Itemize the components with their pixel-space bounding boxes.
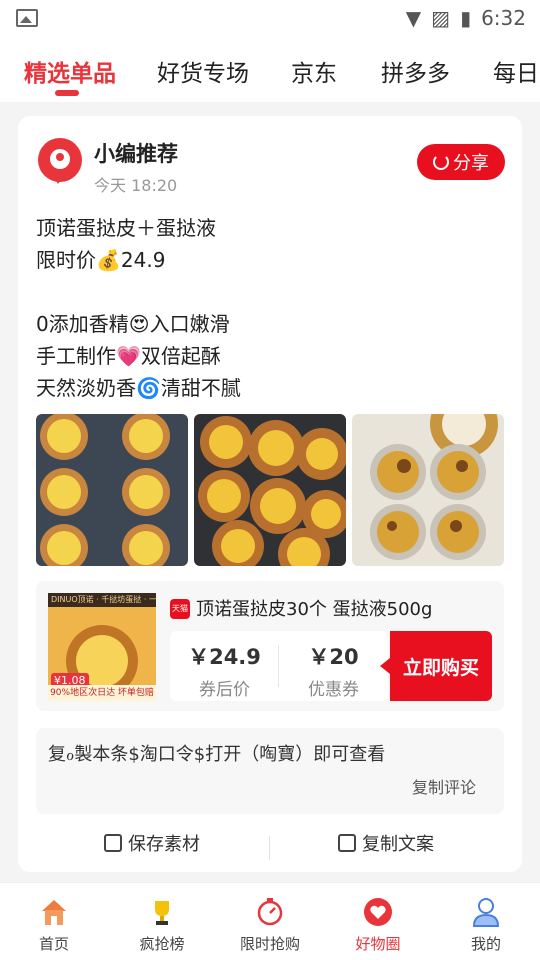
post-author: 小编推荐 [94, 142, 178, 166]
status-bar: ▼ ▨ ▮ 6:32 [0, 0, 540, 36]
avatar [38, 138, 82, 184]
product-title[interactable]: 顶诺蛋挞皮30个 蛋挞液500g [196, 595, 432, 621]
product-image-delivery: 90%地区次日达 坏单包赔 [48, 685, 156, 701]
copy-icon [338, 834, 356, 852]
timer-icon [257, 898, 283, 926]
nav-ranking[interactable]: 疯抢榜 [108, 883, 216, 960]
status-time: 6:32 [481, 6, 526, 30]
trophy-icon [155, 901, 169, 925]
coupon-value: ￥20 [308, 645, 359, 669]
nav-mine-label: 我的 [470, 935, 501, 953]
post-photo-1[interactable] [36, 414, 188, 566]
product-image-banner: DINUO顶诺 · 千挞坊蛋挞 · 一刻钟到手 [48, 593, 156, 607]
post-actions: 保存素材 复制文案 [18, 822, 522, 868]
gallery-notification-icon [16, 9, 38, 27]
tab-daily[interactable]: 每日爆 [493, 54, 540, 88]
copy-comment-button[interactable]: 复制评论 [412, 774, 476, 798]
share-label: 分享 [453, 153, 489, 174]
coupon-label: 优惠券 [308, 680, 359, 700]
post-card: 小编推荐 今天 18:20 分享 顶诺蛋挞皮＋蛋挞液 限时价💰24.9 0添加香… [18, 116, 522, 872]
nav-good-circle[interactable]: 好物圈 [324, 883, 432, 960]
nav-home[interactable]: 首页 [0, 883, 108, 960]
post-text: 顶诺蛋挞皮＋蛋挞液 限时价💰24.9 0添加香精😍入口嫩滑 手工制作💗双倍起酥 … [36, 216, 241, 400]
heart-circle-icon [364, 898, 392, 926]
nav-good-circle-label: 好物圈 [355, 935, 401, 953]
post-photo-2[interactable] [194, 414, 346, 566]
price-box: ￥24.9 券后价 ￥20 优惠券 [170, 631, 388, 701]
active-tab-indicator [55, 90, 79, 96]
tmall-badge: 天猫 [170, 599, 190, 619]
status-icons: ▼ ▨ ▮ 6:32 [406, 6, 526, 30]
tab-jd[interactable]: 京东 [291, 54, 337, 88]
share-refresh-icon [433, 154, 449, 170]
copy-text-label: 复制文案 [362, 834, 434, 855]
actions-divider [269, 836, 270, 860]
battery-icon: ▮ [460, 6, 472, 30]
home-icon [42, 900, 66, 925]
wifi-icon: ▼ [405, 6, 422, 30]
no-sim-icon: ▨ [431, 6, 451, 30]
nav-ranking-label: 疯抢榜 [139, 935, 185, 953]
share-button[interactable]: 分享 [417, 144, 505, 180]
save-material-label: 保存素材 [128, 834, 200, 855]
tab-pinduoduo[interactable]: 拼多多 [381, 54, 450, 88]
comment-box: 复ℴ製本条$淘口令$打开（啕寶）即可查看 复制评论 [36, 728, 504, 814]
heart-person-icon [50, 149, 70, 169]
nav-flash-sale[interactable]: 限时抢购 [216, 883, 324, 960]
price-after-coupon: ￥24.9 [188, 645, 261, 669]
comment-text: 复ℴ製本条$淘口令$打开（啕寶）即可查看 [48, 744, 386, 765]
copy-text-button[interactable]: 复制文案 [338, 830, 434, 856]
tab-good-goods[interactable]: 好货专场 [157, 54, 249, 88]
save-material-button[interactable]: 保存素材 [104, 830, 200, 856]
post-time: 今天 18:20 [94, 176, 178, 195]
image-save-icon [104, 834, 122, 852]
product-image[interactable]: DINUO顶诺 · 千挞坊蛋挞 · 一刻钟到手 ¥1.08 90%地区次日达 坏… [48, 593, 156, 701]
category-tabs: 精选单品 好货专场 京东 拼多多 每日爆 [0, 36, 540, 102]
tab-selected-items[interactable]: 精选单品 [24, 54, 116, 88]
post-photo-3[interactable] [352, 414, 504, 566]
product-card[interactable]: DINUO顶诺 · 千挞坊蛋挞 · 一刻钟到手 ¥1.08 90%地区次日达 坏… [36, 581, 504, 711]
nav-flash-sale-label: 限时抢购 [239, 935, 300, 953]
nav-mine[interactable]: 我的 [432, 883, 540, 960]
person-icon [472, 898, 500, 927]
bottom-nav: 首页 疯抢榜 限时抢购 好物圈 我的 [0, 882, 540, 960]
buy-now-button[interactable]: 立即购买 [380, 631, 492, 701]
nav-home-label: 首页 [38, 935, 69, 953]
price-after-coupon-label: 券后价 [199, 680, 250, 700]
